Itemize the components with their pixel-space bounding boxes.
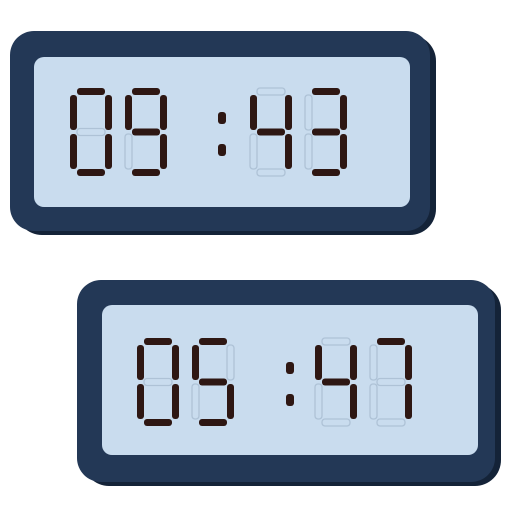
segment-b-on: [340, 95, 347, 130]
segment-b-on: [285, 95, 292, 130]
segment-a-on: [132, 88, 160, 95]
segment-c-on: [227, 384, 234, 419]
segment-e-on: [70, 134, 77, 169]
colon-dot-top: [218, 112, 226, 124]
segment-f-on: [70, 95, 77, 130]
segment-f-on: [315, 345, 322, 380]
segment-d-on: [199, 419, 227, 426]
segment-b-on: [105, 95, 112, 130]
segment-a-on: [199, 338, 227, 345]
segment-e-on: [137, 384, 144, 419]
clock-screen: [102, 305, 478, 455]
segment-a-on: [77, 88, 105, 95]
segment-g-on: [257, 128, 285, 136]
segment-a-on: [377, 338, 405, 345]
segment-a-on: [144, 338, 172, 345]
colon-dot-bottom: [286, 394, 294, 406]
segment-d-on: [77, 169, 105, 176]
digital-clock-top: [10, 31, 436, 235]
segment-c-on: [160, 134, 167, 169]
segment-d-on: [144, 419, 172, 426]
segment-c-on: [405, 384, 412, 419]
segment-f-on: [192, 345, 199, 380]
segment-g-on: [322, 378, 350, 386]
clock-screen: [34, 57, 410, 207]
segment-a-on: [312, 88, 340, 95]
segment-c-on: [340, 134, 347, 169]
segment-g-on: [199, 378, 227, 386]
segment-f-on: [250, 95, 257, 130]
colon-dot-top: [286, 362, 294, 374]
segment-c-on: [172, 384, 179, 419]
segment-g-on: [312, 128, 340, 136]
segment-c-on: [350, 384, 357, 419]
segment-c-on: [105, 134, 112, 169]
scene: [10, 31, 501, 486]
segment-d-on: [312, 169, 340, 176]
segment-g-on: [132, 128, 160, 136]
segment-f-on: [137, 345, 144, 380]
segment-b-on: [160, 95, 167, 130]
segment-f-on: [125, 95, 132, 130]
segment-b-on: [172, 345, 179, 380]
digital-clock-bottom: [77, 280, 501, 486]
colon-dot-bottom: [218, 144, 226, 156]
segment-c-on: [285, 134, 292, 169]
segment-b-on: [405, 345, 412, 380]
segment-d-on: [132, 169, 160, 176]
segment-b-on: [350, 345, 357, 380]
